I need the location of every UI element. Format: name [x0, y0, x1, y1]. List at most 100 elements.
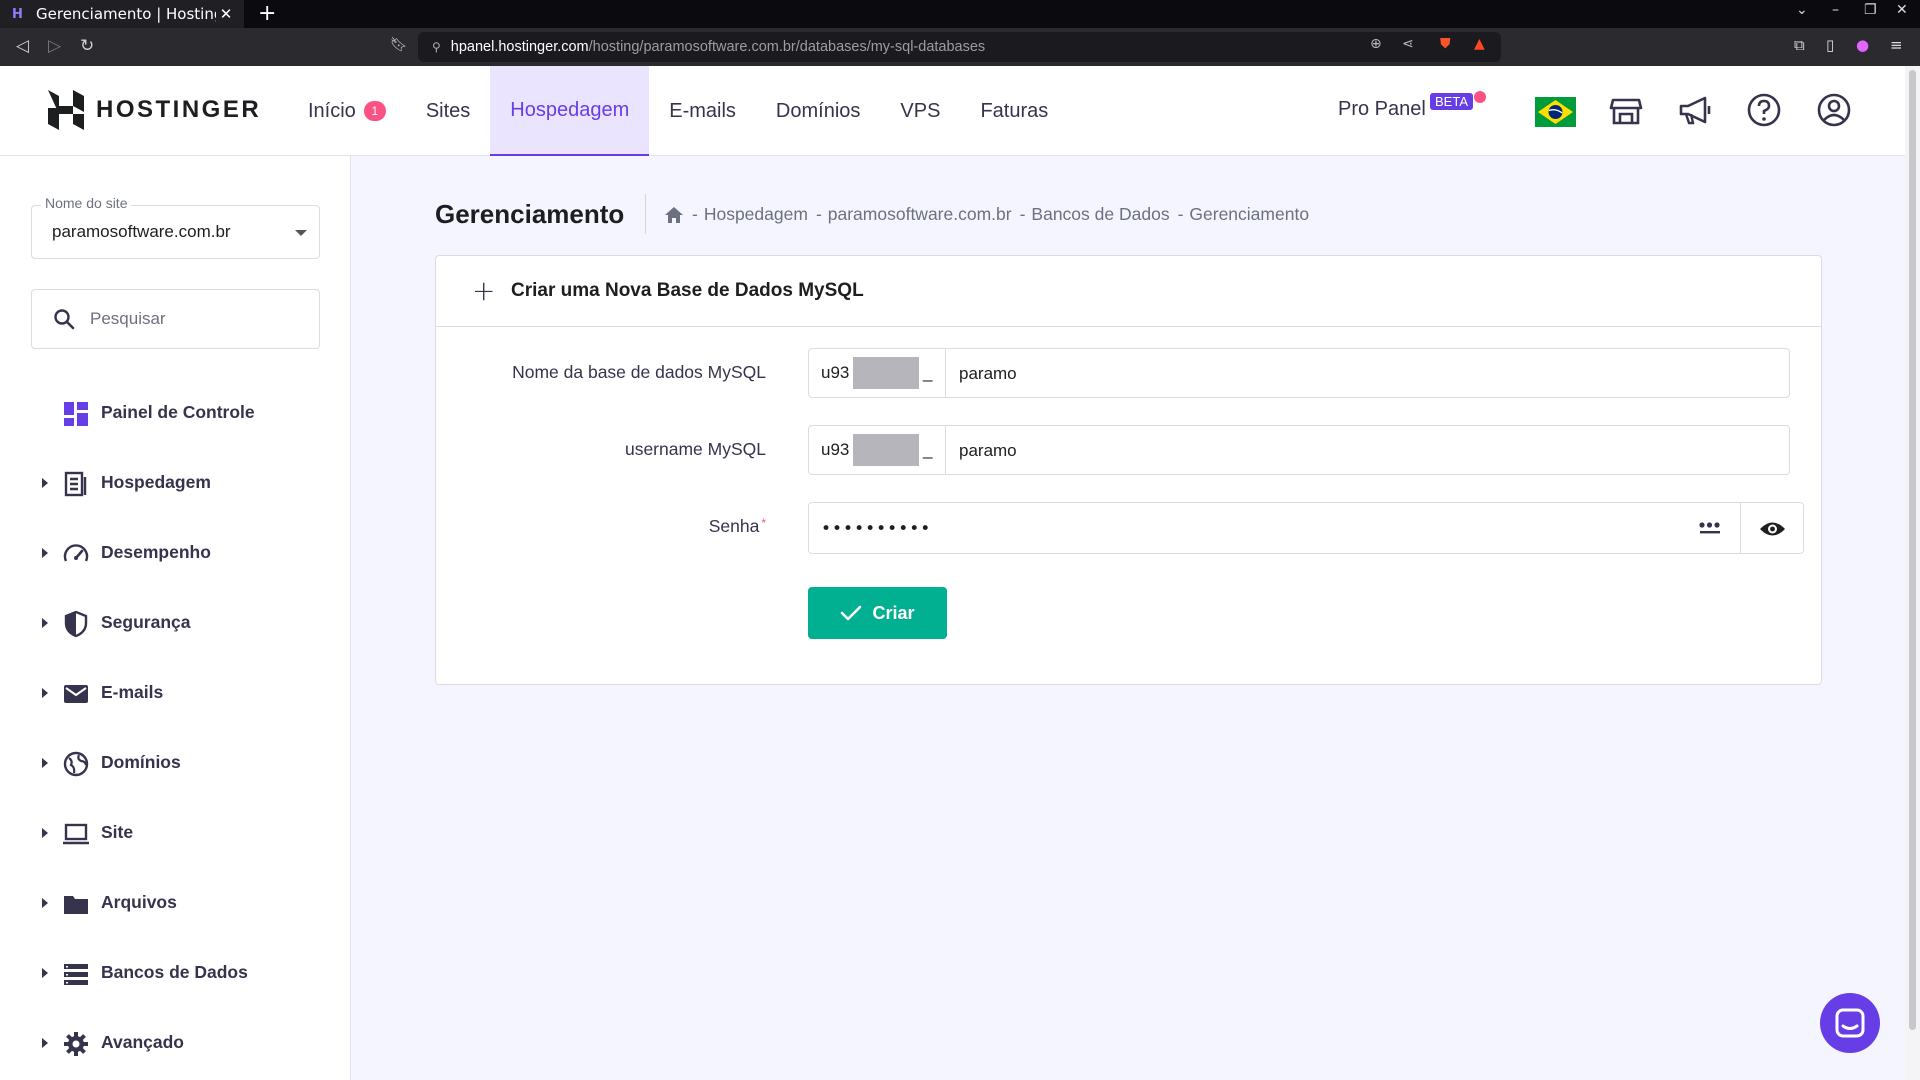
dots-icon — [1699, 522, 1720, 534]
username-field[interactable] — [946, 425, 1790, 475]
scrollbar-thumb[interactable] — [1909, 70, 1916, 1030]
nav-dominios[interactable]: Domínios — [756, 66, 880, 156]
toggle-password-button[interactable] — [1741, 502, 1804, 554]
expand-arrow-icon — [42, 688, 48, 698]
sidebar-icon[interactable]: ▯ — [1826, 36, 1834, 54]
notification-badge: 1 — [363, 101, 386, 121]
prefix-start: u93 — [821, 363, 850, 382]
sidebar-item-site[interactable]: Site — [0, 807, 350, 859]
address-bar[interactable]: ⚲ hpanel.hostinger.com/hosting/paramosof… — [418, 32, 1501, 62]
site-header: HOSTINGER Início 1 Sites Hospedagem E-ma… — [0, 66, 1905, 156]
sidebar-item-label: Bancos de Dados — [101, 962, 248, 982]
sidebar-item-emails[interactable]: E-mails — [0, 667, 350, 719]
home-icon[interactable] — [664, 206, 684, 224]
zoom-icon[interactable]: ⊕ — [1370, 36, 1382, 52]
tab-list-icon[interactable]: ⌄ — [1796, 2, 1808, 18]
password-input[interactable] — [821, 516, 1661, 542]
brave-rewards-icon[interactable]: ▲ — [1474, 36, 1485, 52]
page-title: Gerenciamento — [435, 199, 625, 229]
sidebar-item-dominios[interactable]: Domínios — [0, 737, 350, 789]
expand-arrow-icon — [42, 828, 48, 838]
expand-arrow-icon — [42, 478, 48, 488]
sidebar-item-avancado[interactable]: Avançado — [0, 1017, 350, 1069]
breadcrumb-separator: - — [692, 204, 698, 224]
nav-vps[interactable]: VPS — [880, 66, 960, 156]
nav-faturas[interactable]: Faturas — [960, 66, 1068, 156]
browser-tab[interactable]: H Gerenciamento | Hostinger ✕ — [0, 0, 244, 28]
brave-shields-icon[interactable]: ⛊ — [1440, 36, 1451, 52]
nav-hospedagem[interactable]: Hospedagem — [490, 66, 650, 156]
brazil-flag-icon[interactable] — [1535, 97, 1576, 127]
sidebar-item-label: Painel de Controle — [101, 402, 255, 422]
db-name-field[interactable] — [946, 348, 1790, 398]
card-header[interactable]: + Criar uma Nova Base de Dados MySQL — [436, 256, 1821, 327]
hostinger-logo[interactable]: HOSTINGER — [48, 90, 261, 130]
menu-icon[interactable]: ≡ — [1890, 36, 1903, 54]
forward-icon[interactable]: ▷ — [48, 36, 61, 56]
shield-icon — [64, 611, 88, 637]
profile-icon[interactable]: ● — [1856, 36, 1869, 54]
folder-icon — [64, 896, 88, 914]
gear-icon — [64, 1032, 88, 1056]
globe-icon — [63, 751, 89, 777]
reload-icon[interactable]: ↻ — [80, 36, 94, 56]
main-nav: Início 1 Sites Hospedagem E-mails Domíni… — [288, 66, 1068, 156]
expand-arrow-icon — [42, 618, 48, 628]
sidebar-item-seguranca[interactable]: Segurança — [0, 597, 350, 649]
store-icon[interactable] — [1608, 92, 1644, 128]
generate-password-button[interactable] — [1678, 502, 1741, 554]
maximize-icon[interactable]: ❐ — [1864, 2, 1877, 18]
sidebar-item-bancos[interactable]: Bancos de Dados — [0, 947, 350, 999]
extensions-icon[interactable]: ⧉ — [1794, 36, 1805, 54]
nav-label: E-mails — [669, 99, 736, 122]
expand-arrow-icon — [42, 1038, 48, 1048]
pro-panel-link[interactable]: Pro Panel — [1338, 98, 1426, 121]
url-path: /hosting/paramosoftware.com.br/databases… — [588, 39, 986, 55]
nav-sites[interactable]: Sites — [406, 66, 490, 156]
page-scrollbar[interactable] — [1905, 66, 1920, 1080]
check-icon — [841, 605, 862, 621]
breadcrumb-item[interactable]: Bancos de Dados — [1031, 204, 1169, 225]
browser-toolbar: ◁ ▷ ↻ 🔖︎ ⚲ hpanel.hostinger.com/hosting/… — [0, 28, 1920, 66]
share-icon[interactable]: ⋖ — [1402, 36, 1414, 52]
sidebar-item-painel[interactable]: Painel de Controle — [0, 387, 350, 439]
site-info-icon[interactable]: ⚲ — [432, 40, 441, 54]
sidebar: Nome do site paramosoftware.com.br Paine… — [0, 156, 351, 1080]
bookmark-icon[interactable]: 🔖︎ — [390, 37, 408, 53]
nav-inicio[interactable]: Início 1 — [288, 66, 406, 156]
breadcrumb-item-current: Gerenciamento — [1189, 204, 1310, 224]
create-button-label: Criar — [872, 602, 915, 623]
window-close-icon[interactable]: ✕ — [1896, 2, 1908, 18]
help-icon[interactable] — [1746, 92, 1782, 128]
breadcrumb-separator: - — [1177, 204, 1184, 224]
site-selector[interactable]: Nome do site paramosoftware.com.br — [31, 195, 320, 259]
breadcrumb-item[interactable]: paramosoftware.com.br — [828, 204, 1012, 225]
username-input[interactable] — [959, 438, 1759, 464]
plus-icon: + — [472, 274, 496, 307]
tab-close-icon[interactable]: ✕ — [216, 5, 236, 23]
sidebar-item-hospedagem[interactable]: Hospedagem — [0, 457, 350, 509]
password-field[interactable] — [808, 502, 1679, 554]
search-input[interactable] — [90, 304, 300, 334]
account-icon[interactable] — [1816, 92, 1852, 128]
sidebar-item-label: Desempenho — [101, 542, 211, 562]
nav-emails[interactable]: E-mails — [649, 66, 756, 156]
chat-button[interactable] — [1820, 993, 1880, 1053]
title-divider — [645, 194, 646, 234]
sidebar-item-arquivos[interactable]: Arquivos — [0, 877, 350, 929]
new-tab-icon[interactable]: + — [258, 1, 276, 26]
brand-name: HOSTINGER — [96, 96, 262, 123]
sidebar-item-label: Segurança — [101, 612, 191, 632]
hosting-icon — [64, 471, 87, 497]
site-selector-label: Nome do site — [41, 195, 132, 211]
expand-arrow-icon — [42, 548, 48, 558]
back-icon[interactable]: ◁ — [16, 36, 29, 56]
sidebar-search[interactable] — [31, 289, 320, 349]
breadcrumb-item[interactable]: Hospedagem — [704, 204, 808, 225]
megaphone-icon[interactable] — [1677, 92, 1713, 128]
minimize-icon[interactable]: – — [1832, 2, 1839, 18]
create-button[interactable]: Criar — [808, 587, 947, 639]
db-name-input[interactable] — [959, 361, 1759, 387]
breadcrumb: - Hospedagem - paramosoftware.com.br - B… — [664, 204, 1309, 225]
sidebar-item-desempenho[interactable]: Desempenho — [0, 527, 350, 579]
